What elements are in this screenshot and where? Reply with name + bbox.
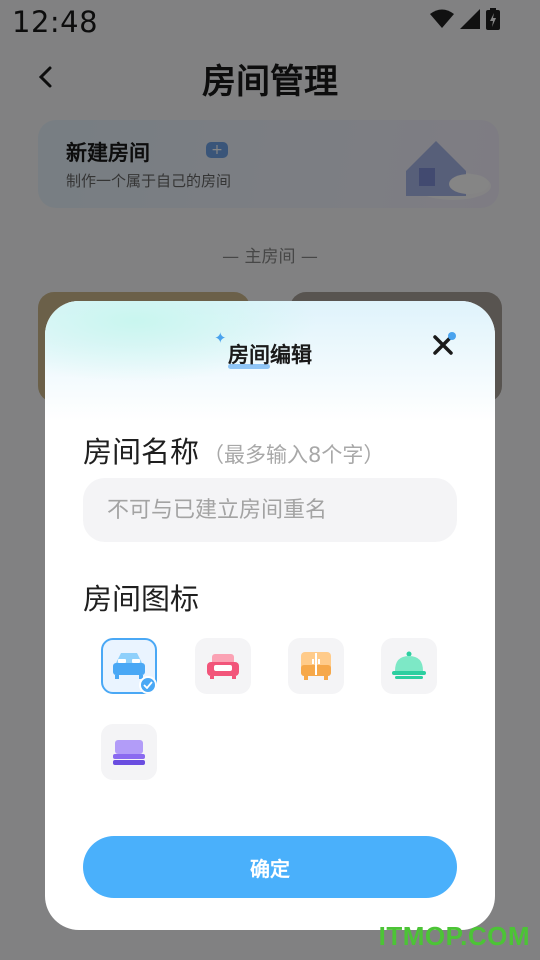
dialog-title: 房间编辑 [228,343,312,367]
room-icon-option-wardrobe[interactable] [288,638,344,694]
room-icon-option-storage[interactable] [101,724,157,780]
confirm-button[interactable]: 确定 [83,836,457,898]
room-name-label: 房间名称 [83,435,200,469]
wardrobe-icon [301,652,331,680]
storage-box-icon [113,740,145,765]
room-icon-grid [101,638,451,788]
room-name-hint: （最多输入8个字） [203,443,385,467]
sparkle-icon: ✦ [214,329,227,347]
room-name-input[interactable] [83,478,457,542]
close-button[interactable] [429,329,461,361]
room-icon-option-dining[interactable] [381,638,437,694]
check-icon [143,681,153,689]
room-icon-option-sofa[interactable] [195,638,251,694]
room-icon-option-bed[interactable] [101,638,157,694]
close-icon [433,332,456,355]
selected-check-badge [139,676,157,694]
room-icon-label: 房间图标 [83,582,200,616]
room-edit-dialog: ✦ 房间编辑 房间名称（最多输入8个字） 房间图标 [45,301,495,930]
bed-icon [113,653,145,679]
room-name-label-row: 房间名称 （最多输入8个字） [83,429,384,471]
dialog-title-wrap: ✦ 房间编辑 [45,329,495,369]
sofa-icon [207,654,239,679]
watermark: ITMOP.COM [378,921,530,951]
dining-cloche-icon [392,651,426,679]
dialog-title-block: ✦ 房间编辑 [214,329,312,369]
